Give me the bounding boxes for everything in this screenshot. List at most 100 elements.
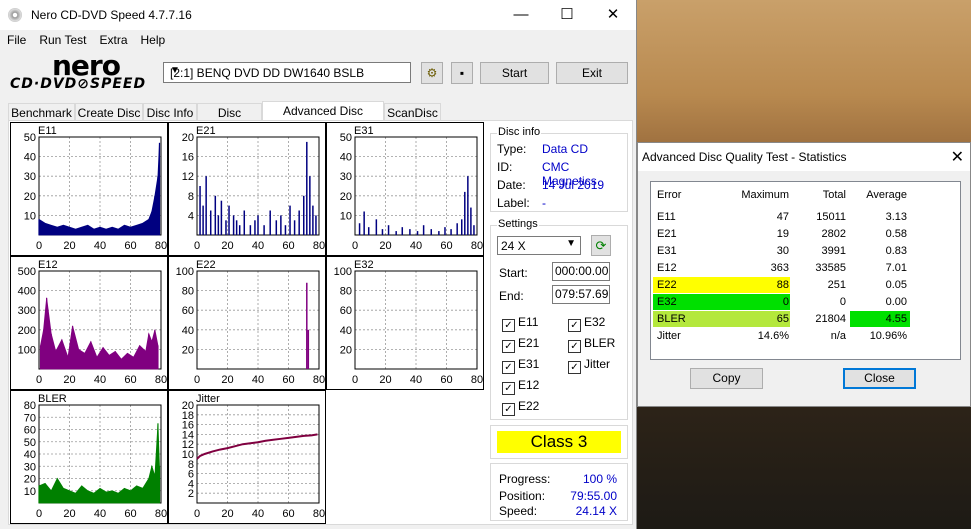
id-label: ID: [497, 160, 513, 174]
y-tick-label: 40 [24, 152, 36, 164]
checkbox-e12[interactable]: ✓ E12 [502, 378, 539, 395]
speed-label: Speed: [499, 504, 538, 518]
chart-e31: E31 0 20 40 60 80 10 20 30 40 50 [326, 122, 484, 256]
x-tick-label: 40 [252, 240, 264, 252]
x-tick-label: 0 [194, 374, 200, 386]
y-tick-label: 100 [18, 344, 36, 356]
refresh-button[interactable]: ⟳ [591, 235, 611, 256]
stat-cell-maximum: 88 [776, 279, 789, 291]
minimize-button[interactable]: — [498, 0, 544, 30]
y-tick-label: 40 [24, 449, 36, 461]
close-button[interactable]: ✕ [590, 0, 636, 30]
stat-cell-average: 10.96% [869, 330, 907, 342]
y-tick-label: 20 [182, 132, 194, 144]
checkbox-jitter[interactable]: ✓ Jitter [568, 357, 610, 374]
progress-label: Progress: [499, 472, 551, 486]
x-tick-label: 60 [282, 508, 294, 520]
disc-info-title: Disc info [497, 126, 542, 138]
settings-title: Settings [497, 218, 539, 230]
close-dialog-button[interactable]: Close [843, 368, 916, 389]
tab-scandisc[interactable]: ScanDisc [384, 103, 441, 121]
column-header: Error [657, 189, 682, 201]
checkbox-e32[interactable]: ✓ E32 [568, 315, 605, 332]
x-tick-label: 20 [63, 374, 75, 386]
drive-select[interactable]: [2:1] BENQ DVD DD DW1640 BSLB ▼ [163, 62, 411, 83]
stat-cell-average: 0.58 [885, 228, 907, 240]
y-tick-label: 20 [340, 191, 352, 203]
chart-e11: E11 0 20 40 60 80 10 20 30 40 50 [10, 122, 168, 256]
chart-bler: BLER 0 20 40 60 80 10 20 30 40 50 60 70 80 [10, 390, 168, 524]
progress-value: 100 % [582, 472, 617, 486]
copy-button[interactable]: Copy [690, 368, 763, 389]
stat-cell-error: Jitter [657, 330, 681, 342]
stat-cell-error: E22 [657, 279, 677, 291]
menu-file[interactable]: File [0, 30, 32, 47]
x-tick-label: 0 [36, 240, 42, 252]
chart-title: E22 [196, 259, 216, 271]
x-tick-label: 80 [155, 374, 167, 386]
tab-advanced-disc-quality[interactable]: Advanced Disc Quality [262, 101, 384, 136]
x-tick-label: 40 [94, 240, 106, 252]
column-header: Total [822, 189, 846, 201]
stat-cell-total: 3991 [821, 245, 846, 257]
y-tick-label: 500 [18, 266, 36, 278]
series-area [40, 297, 159, 370]
start-time-input[interactable]: 000:00.00 [552, 262, 610, 281]
checkbox-e11[interactable]: ✓ E11 [502, 315, 538, 332]
chart-title: E21 [196, 125, 216, 137]
chart-title: E31 [354, 125, 374, 137]
tab-disc-info[interactable]: Disc Info [143, 103, 197, 121]
x-tick-label: 40 [410, 240, 422, 252]
x-tick-label: 0 [352, 240, 358, 252]
y-tick-label: 50 [24, 132, 36, 144]
window-title: Nero CD-DVD Speed 4.7.7.16 [31, 8, 192, 22]
check-icon: ✓ [568, 340, 581, 353]
y-tick-label: 12 [182, 171, 194, 183]
type-value: Data CD [542, 142, 589, 156]
start-button[interactable]: Start [480, 62, 549, 84]
statistics-close-icon[interactable]: ✕ [951, 147, 964, 167]
speed-select[interactable]: 24 X ▼ [497, 236, 581, 255]
chart-title: BLER [38, 393, 67, 405]
y-tick-label: 10 [24, 210, 36, 222]
menu-run-test[interactable]: Run Test [32, 30, 92, 47]
stat-cell-maximum: 65 [776, 313, 789, 325]
x-tick-label: 60 [282, 374, 294, 386]
y-tick-label: 30 [24, 461, 36, 473]
tab-create-disc[interactable]: Create Disc [75, 103, 143, 121]
drive-info-button[interactable]: ⚙ [421, 62, 443, 84]
stat-cell-average: 3.13 [885, 211, 907, 223]
x-tick-label: 40 [410, 374, 422, 386]
checkbox-bler[interactable]: ✓ BLER [568, 336, 615, 353]
x-tick-label: 60 [440, 240, 452, 252]
app-disc-icon [8, 8, 22, 22]
y-tick-label: 30 [340, 171, 352, 183]
stat-cell-total: 0 [839, 296, 846, 308]
maximize-button[interactable]: ☐ [544, 0, 590, 30]
chart-e32: E32 0 20 40 60 80 20 40 60 80 100 [326, 256, 484, 390]
stat-cell-maximum: 19 [776, 228, 789, 240]
stat-cell-maximum: 47 [776, 211, 789, 223]
tab-disc-quality[interactable]: Disc Quality [197, 103, 262, 138]
x-tick-label: 60 [124, 508, 136, 520]
tab-benchmark[interactable]: Benchmark [8, 103, 75, 121]
checkbox-e31[interactable]: ✓ E31 [502, 357, 539, 374]
stat-cell-maximum: 0 [782, 296, 789, 308]
charts-area: E11 0 20 40 60 80 10 20 30 40 50 E21 0 20 40 60 80 4 8 12 1… [10, 122, 485, 524]
x-tick-label: 60 [124, 240, 136, 252]
checkbox-e21[interactable]: ✓ E21 [502, 336, 539, 353]
end-time-input[interactable]: 079:57.69 [552, 285, 610, 304]
chart-title: E12 [38, 259, 58, 271]
save-button[interactable]: ▪ [451, 62, 473, 84]
speed-value-readout: 24.14 X [575, 504, 617, 518]
menu-bar: File Run Test Extra Help [0, 30, 636, 50]
stat-cell-error: E31 [657, 245, 677, 257]
y-tick-label: 20 [24, 474, 36, 486]
menu-extra[interactable]: Extra [92, 30, 133, 47]
checkbox-e22[interactable]: ✓ E22 [502, 399, 539, 416]
menu-help[interactable]: Help [134, 30, 172, 47]
y-tick-label: 20 [24, 191, 36, 203]
check-icon: ✓ [502, 319, 515, 332]
exit-button[interactable]: Exit [556, 62, 628, 84]
chart-title: E11 [38, 125, 57, 137]
